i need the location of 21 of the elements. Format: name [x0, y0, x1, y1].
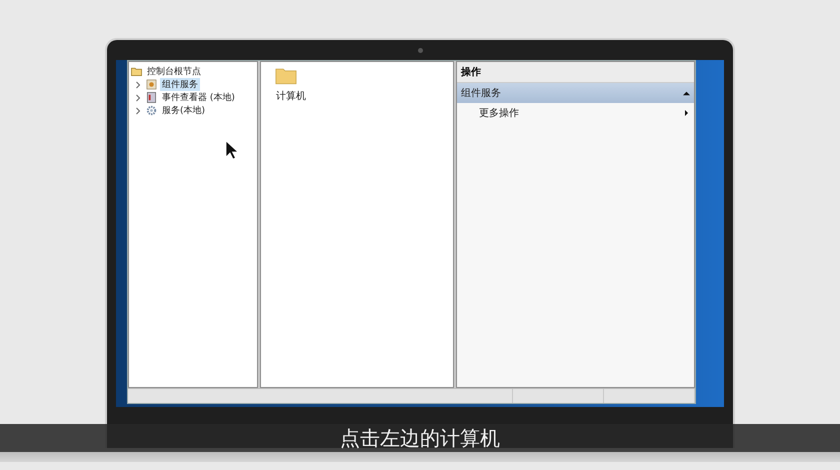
subtitle: 点击左边的计算机	[340, 424, 500, 452]
tree-item[interactable]: 服务(本地)	[160, 104, 208, 117]
submenu-arrow-icon	[683, 110, 690, 116]
actions-section[interactable]: 组件服务	[457, 83, 694, 103]
expand-icon[interactable]	[135, 106, 141, 114]
actions-header: 操作	[457, 62, 694, 83]
expand-icon[interactable]	[135, 80, 141, 88]
folder-icon	[275, 66, 297, 85]
component-icon	[146, 79, 157, 90]
expand-icon[interactable]	[135, 94, 141, 102]
tree-item[interactable]: 组件服务	[160, 78, 200, 91]
item-label[interactable]: 计算机	[275, 89, 307, 103]
tree-item[interactable]: 事件查看器 (本地)	[160, 91, 237, 104]
event-log-icon	[146, 92, 157, 103]
camera-icon	[418, 48, 422, 52]
folder-icon	[131, 66, 142, 77]
tree-item[interactable]: 控制台根节点	[145, 65, 203, 78]
action-item[interactable]: 更多操作	[457, 103, 694, 123]
gear-icon	[146, 105, 157, 116]
mouse-pointer-icon	[225, 140, 237, 160]
collapse-icon[interactable]	[683, 90, 690, 96]
